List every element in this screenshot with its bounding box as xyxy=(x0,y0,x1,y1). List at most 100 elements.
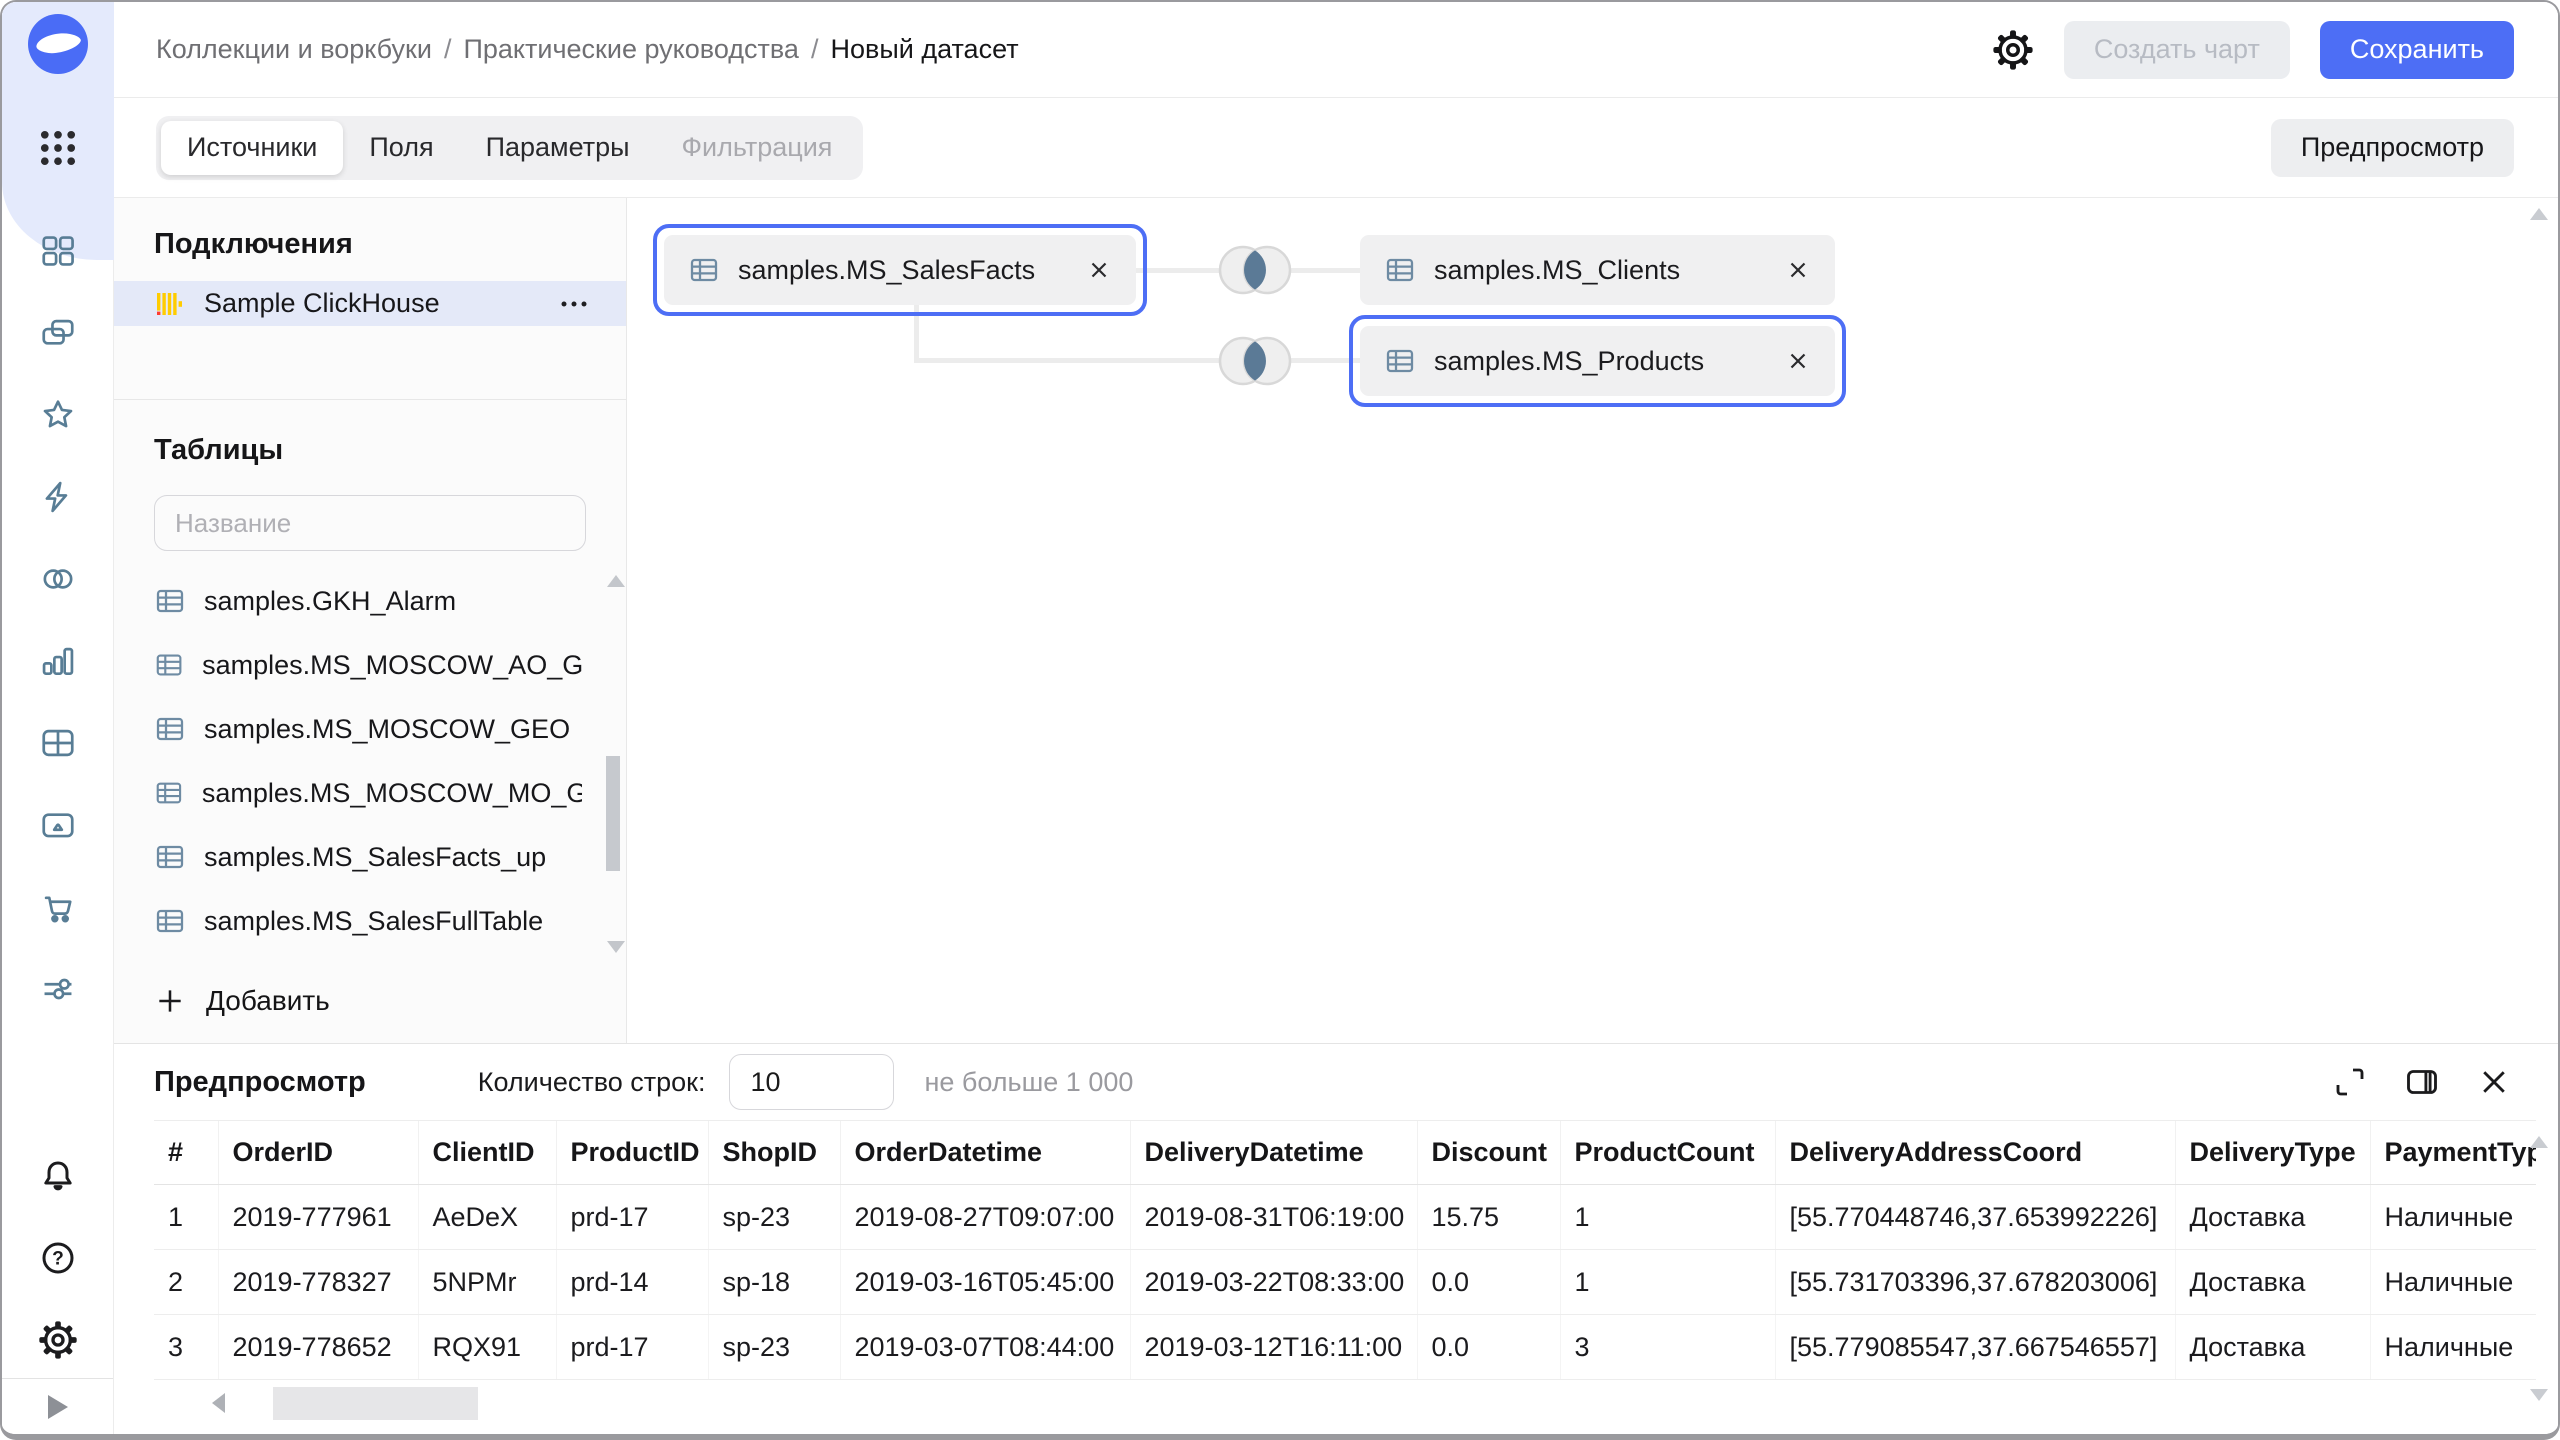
charts-icon[interactable] xyxy=(39,642,77,680)
table-name: samples.MS_SalesFullTable xyxy=(204,906,543,937)
preview-panel: Предпросмотр Количество строк: не больше… xyxy=(114,1043,2558,1434)
breadcrumb-separator: / xyxy=(811,34,819,65)
add-table-label: Добавить xyxy=(206,985,330,1017)
scroll-down-icon[interactable] xyxy=(2530,1389,2548,1401)
table-list-item[interactable]: samples.MS_MOSCOW_AO_G... xyxy=(114,633,626,697)
column-header: # xyxy=(154,1121,218,1185)
table-search-input[interactable] xyxy=(154,495,586,551)
gear-icon[interactable] xyxy=(38,1320,78,1360)
sliders-icon[interactable] xyxy=(39,970,77,1008)
split-panel-icon[interactable] xyxy=(2404,1064,2440,1100)
help-icon[interactable]: ? xyxy=(38,1238,78,1278)
table-cell: sp-23 xyxy=(708,1185,840,1250)
column-header: PaymentType xyxy=(2370,1121,2536,1185)
tab-sources[interactable]: Источники xyxy=(161,121,343,175)
column-header: DeliveryDatetime xyxy=(1130,1121,1417,1185)
tab-fields[interactable]: Поля xyxy=(343,121,459,175)
canvas-node-salesfacts[interactable]: samples.MS_SalesFacts xyxy=(653,224,1147,316)
connection-item[interactable]: Sample ClickHouse xyxy=(114,281,626,326)
table-cell: Наличные xyxy=(2370,1250,2536,1315)
table-cell: prd-14 xyxy=(556,1250,708,1315)
table-cell: 2019-08-27T09:07:00 xyxy=(840,1185,1130,1250)
folder-icon[interactable] xyxy=(39,806,77,844)
tab-filtering: Фильтрация xyxy=(656,121,859,175)
table-cell: 0.0 xyxy=(1417,1250,1560,1315)
apps-grid-icon[interactable] xyxy=(36,126,80,170)
star-icon[interactable] xyxy=(39,396,77,434)
connection-name: Sample ClickHouse xyxy=(204,288,538,319)
svg-text:?: ? xyxy=(52,1249,64,1270)
gear-icon[interactable] xyxy=(1992,29,2034,71)
preview-toggle-button[interactable]: Предпросмотр xyxy=(2271,119,2514,177)
tab-parameters[interactable]: Параметры xyxy=(460,121,656,175)
inner-join-icon[interactable] xyxy=(1205,240,1305,305)
breadcrumb-guides[interactable]: Практические руководства xyxy=(463,34,798,65)
table-cell: 0.0 xyxy=(1417,1315,1560,1380)
scroll-up-icon[interactable] xyxy=(607,575,625,587)
column-header: OrderDatetime xyxy=(840,1121,1130,1185)
table-cell: Доставка xyxy=(2175,1315,2370,1380)
tables-title: Таблицы xyxy=(114,400,626,481)
inner-join-icon[interactable] xyxy=(1205,331,1305,396)
canvas-node-clients[interactable]: samples.MS_Clients xyxy=(1349,224,1846,316)
connections-icon[interactable] xyxy=(39,560,77,598)
node-label: samples.MS_SalesFacts xyxy=(738,255,1068,286)
remove-table-icon[interactable] xyxy=(1785,348,1811,374)
breadcrumb-collections[interactable]: Коллекции и воркбуки xyxy=(156,34,432,65)
table-list-item[interactable]: samples.MS_MOSCOW_GEO xyxy=(114,697,626,761)
table-name: samples.MS_MOSCOW_GEO xyxy=(204,714,570,745)
table-name: samples.MS_SalesFacts_up xyxy=(204,842,546,873)
scrollbar-thumb[interactable] xyxy=(606,756,620,871)
expand-icon[interactable] xyxy=(2332,1064,2368,1100)
table-cell: sp-23 xyxy=(708,1315,840,1380)
canvas-node-products[interactable]: samples.MS_Products xyxy=(1349,315,1846,407)
breadcrumb-current: Новый датасет xyxy=(830,34,1018,65)
scroll-left-icon[interactable] xyxy=(212,1393,225,1413)
table-cell: prd-17 xyxy=(556,1315,708,1380)
workbooks-icon[interactable] xyxy=(39,314,77,352)
remove-table-icon[interactable] xyxy=(1785,257,1811,283)
column-header: ShopID xyxy=(708,1121,840,1185)
dashboards-icon[interactable] xyxy=(39,232,77,270)
remove-table-icon[interactable] xyxy=(1086,257,1112,283)
close-icon[interactable] xyxy=(2476,1064,2512,1100)
table-row: 12019-777961AeDeXprd-17sp-232019-08-27T0… xyxy=(154,1185,2536,1250)
table-cell: 1 xyxy=(1560,1250,1775,1315)
table-cell: 1 xyxy=(1560,1185,1775,1250)
table-cell: 2 xyxy=(154,1250,218,1315)
table-cell: [55.770448746,37.653992226] xyxy=(1775,1185,2175,1250)
table-list-item[interactable]: samples.MS_SalesFacts_up xyxy=(114,825,626,889)
play-icon[interactable] xyxy=(48,1395,68,1419)
add-table-button[interactable]: Добавить xyxy=(114,959,626,1043)
save-button[interactable]: Сохранить xyxy=(2320,21,2514,79)
preview-table: #OrderIDClientIDProductIDShopIDOrderDate… xyxy=(154,1120,2536,1380)
dataset-canvas[interactable]: samples.MS_SalesFacts samples.MS_Clients… xyxy=(627,198,2558,1043)
bell-icon[interactable] xyxy=(38,1156,78,1196)
table-icon xyxy=(688,254,720,286)
table-icon xyxy=(154,585,186,617)
top-bar: Коллекции и воркбуки / Практические руко… xyxy=(114,2,2558,98)
table-cell: 5NPMr xyxy=(418,1250,556,1315)
table-list-item[interactable]: samples.MS_MOSCOW_MO_G... xyxy=(114,761,626,825)
tables-scrollbar xyxy=(605,571,621,957)
tabs-row: Источники Поля Параметры Фильтрация Пред… xyxy=(114,98,2558,198)
table-row: 32019-778652RQX91prd-17sp-232019-03-07T0… xyxy=(154,1315,2536,1380)
table-list-item[interactable]: samples.GKH_Alarm xyxy=(114,569,626,633)
table-cell: 2019-03-12T16:11:00 xyxy=(1130,1315,1417,1380)
more-icon[interactable] xyxy=(558,299,590,309)
scroll-up-icon[interactable] xyxy=(2530,1136,2548,1148)
scroll-up-icon[interactable] xyxy=(2530,208,2548,220)
cart-icon[interactable] xyxy=(39,888,77,926)
table-cell: 2019-03-16T05:45:00 xyxy=(840,1250,1130,1315)
table-cell: 3 xyxy=(1560,1315,1775,1380)
bolt-icon[interactable] xyxy=(39,478,77,516)
rows-limit-hint: не больше 1 000 xyxy=(924,1067,1133,1098)
table-icon[interactable] xyxy=(39,724,77,762)
scrollbar-thumb[interactable] xyxy=(273,1387,478,1420)
node-label: samples.MS_Clients xyxy=(1434,255,1767,286)
scroll-down-icon[interactable] xyxy=(607,941,625,953)
rows-count-input[interactable] xyxy=(729,1054,894,1110)
panel-divider xyxy=(114,326,626,400)
table-list-item[interactable]: samples.MS_SalesFullTable xyxy=(114,889,626,953)
datalens-logo[interactable] xyxy=(28,14,88,74)
